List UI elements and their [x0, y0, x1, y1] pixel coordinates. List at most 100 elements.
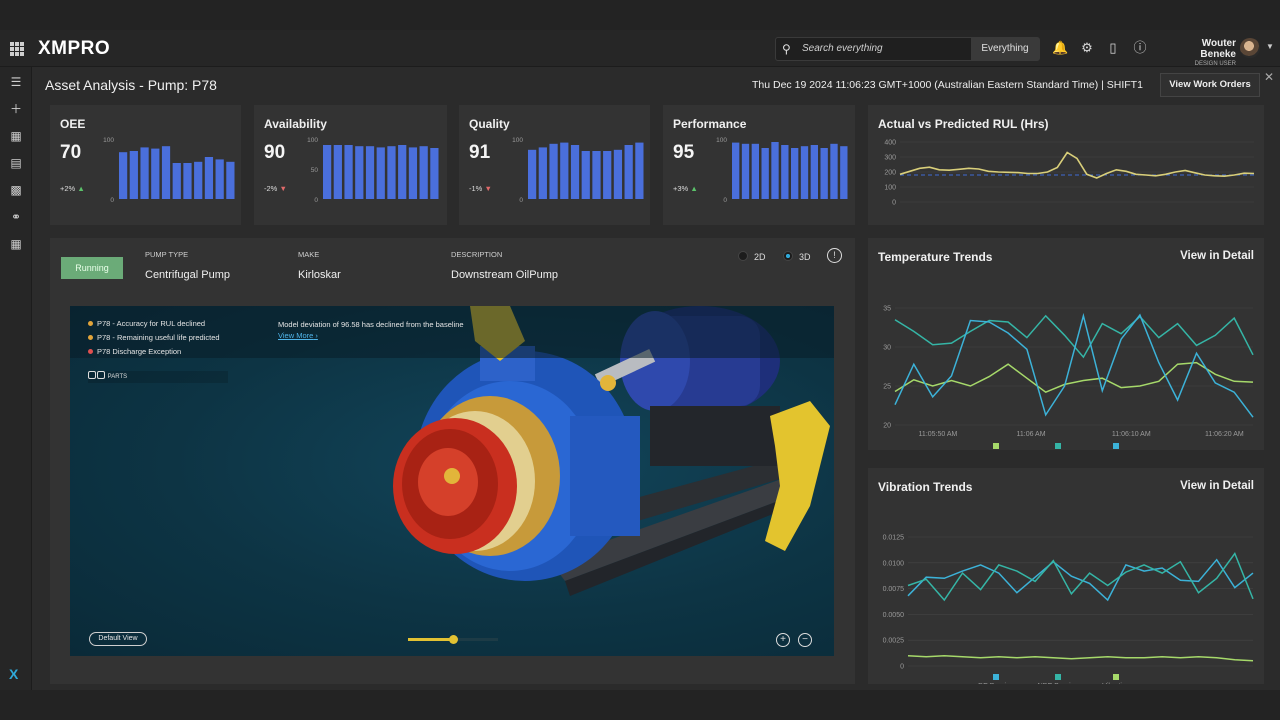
series-line	[894, 312, 1254, 418]
user-name: Wouter Beneke	[1200, 38, 1236, 60]
y-tick-label: 0	[519, 197, 523, 204]
slider-handle[interactable]	[449, 635, 458, 644]
view-more-link[interactable]: View More ›	[278, 331, 318, 340]
kpi-bar-chart: 100 50 0	[307, 137, 439, 204]
kpi-label: Quality	[469, 117, 510, 131]
kpi-change: -2% ▼	[264, 184, 287, 193]
y-tick-label: 300	[884, 155, 896, 162]
trend-down-icon: ▼	[484, 184, 492, 193]
bar	[387, 146, 396, 199]
info-icon[interactable]: !	[827, 248, 842, 263]
bar	[194, 161, 203, 199]
user-menu[interactable]: Wouter Beneke DESIGN USER	[1166, 38, 1236, 67]
bar	[398, 145, 407, 199]
xmpro-mark-icon[interactable]: X	[9, 666, 18, 682]
menu-icon[interactable]: ☰	[9, 75, 23, 89]
y-tick-label: 50	[311, 167, 319, 174]
legend-swatch	[1113, 674, 1119, 680]
y-tick-label: 0	[892, 200, 896, 207]
timestamp: Thu Dec 19 2024 11:06:23 GMT+1000 (Austr…	[752, 79, 1143, 91]
kpi-bar-chart: 100 0	[512, 137, 644, 204]
check-part-icon[interactable]	[97, 371, 105, 379]
bar	[161, 146, 171, 199]
bar	[560, 142, 569, 199]
bar	[344, 145, 353, 199]
y-tick-label: 0.0025	[883, 638, 905, 645]
view-3d-radio[interactable]: 3D	[783, 251, 811, 262]
bar	[419, 146, 428, 199]
avatar[interactable]	[1240, 38, 1260, 58]
zoom-out-button[interactable]: −	[798, 633, 812, 647]
bar	[549, 143, 558, 199]
y-tick-label: 0	[110, 197, 114, 204]
bar	[741, 143, 750, 199]
bar	[761, 148, 769, 199]
alert-item[interactable]: P78 - Remaining useful life predicted	[88, 333, 220, 342]
bar	[376, 147, 385, 199]
gear-icon[interactable]: ⚙	[1079, 40, 1095, 56]
kpi-value: 90	[264, 142, 286, 163]
actual-rul-line	[899, 151, 1255, 179]
make-field: MAKE Kirloskar	[298, 250, 341, 281]
y-tick-label: 100	[884, 185, 896, 192]
close-icon[interactable]: ✕	[1264, 70, 1274, 84]
search-scope-button[interactable]: Everything	[971, 38, 1039, 60]
alert-item[interactable]: P78 Discharge Exception	[88, 347, 181, 356]
description-field: DESCRIPTION Downstream OilPump	[451, 250, 558, 281]
kpi-label: Availability	[264, 117, 327, 131]
rul-card: Actual vs Predicted RUL (Hrs) 400 300 200 1…	[868, 105, 1264, 225]
bell-icon[interactable]: 🔔	[1052, 40, 1068, 56]
link-icon[interactable]: ⚭	[9, 210, 23, 224]
y-tick-label: 0	[723, 197, 727, 204]
add-part-icon[interactable]	[88, 371, 96, 379]
bar	[204, 157, 214, 199]
bar	[172, 163, 181, 199]
status-badge: Running	[61, 257, 123, 279]
default-view-button[interactable]: Default View	[89, 632, 147, 646]
bar	[408, 147, 418, 199]
bar	[570, 145, 580, 199]
table-icon[interactable]: ▦	[9, 237, 23, 251]
y-tick-label: 0.0075	[883, 586, 905, 593]
pump-3d-model[interactable]	[70, 306, 834, 656]
search-bar[interactable]: ⚲ Search everything Everything	[775, 37, 1040, 61]
alerts-overlay: P78 - Accuracy for RUL declined P78 - Re…	[70, 306, 834, 358]
zoom-in-button[interactable]: +	[776, 633, 790, 647]
bar	[603, 151, 612, 199]
vibration-card: Vibration Trends View in Detail 0.0125 0.…	[868, 468, 1264, 684]
bar	[140, 147, 149, 199]
grid-icon[interactable]: ▩	[9, 183, 23, 197]
view-2d-radio[interactable]: 2D	[738, 251, 766, 262]
bar	[538, 147, 547, 199]
explode-slider[interactable]	[408, 635, 498, 644]
alert-message: Model deviation of 96.58 has declined fr…	[278, 320, 464, 329]
document-icon[interactable]: ▤	[9, 156, 23, 170]
add-icon[interactable]: ＋	[9, 102, 23, 116]
y-tick-label: 200	[884, 170, 896, 177]
dashboard-icon[interactable]: ▦	[9, 129, 23, 143]
bar	[365, 146, 375, 199]
legend-label: NDE Bearing	[1038, 683, 1079, 684]
y-tick-label: 0.0050	[883, 612, 905, 619]
chevron-down-icon[interactable]: ▼	[1266, 42, 1274, 51]
alert-item[interactable]: P78 - Accuracy for RUL declined	[88, 319, 205, 328]
mobile-icon[interactable]: ▯	[1105, 40, 1121, 56]
3d-viewer[interactable]: P78 - Accuracy for RUL declined P78 - Re…	[70, 306, 834, 656]
series-line	[894, 361, 1254, 394]
bar	[581, 151, 590, 199]
parts-toolbar[interactable]: PARTS	[88, 371, 228, 383]
vibration-chart: 0.0125 0.0100 0.0075 0.0050 0.0025 0 DE Bearin…	[883, 535, 1254, 684]
view-work-orders-button[interactable]: View Work Orders	[1160, 73, 1260, 97]
y-tick-label: 100	[512, 137, 523, 144]
app-launcher-icon[interactable]	[10, 42, 24, 56]
xmpro-logo[interactable]: XMPRO	[38, 38, 110, 60]
help-icon[interactable]: ⓘ	[1132, 40, 1148, 56]
x-tick-label: 11:06:20 AM	[1205, 431, 1244, 438]
search-input[interactable]: Search everything	[802, 43, 883, 54]
y-tick-label: 30	[883, 345, 891, 352]
series-line	[907, 551, 1254, 602]
legend-swatch	[1055, 674, 1061, 680]
bottom-letterbox	[0, 690, 1280, 720]
user-role: DESIGN USER	[1194, 61, 1236, 67]
kpi-label: OEE	[60, 117, 86, 131]
